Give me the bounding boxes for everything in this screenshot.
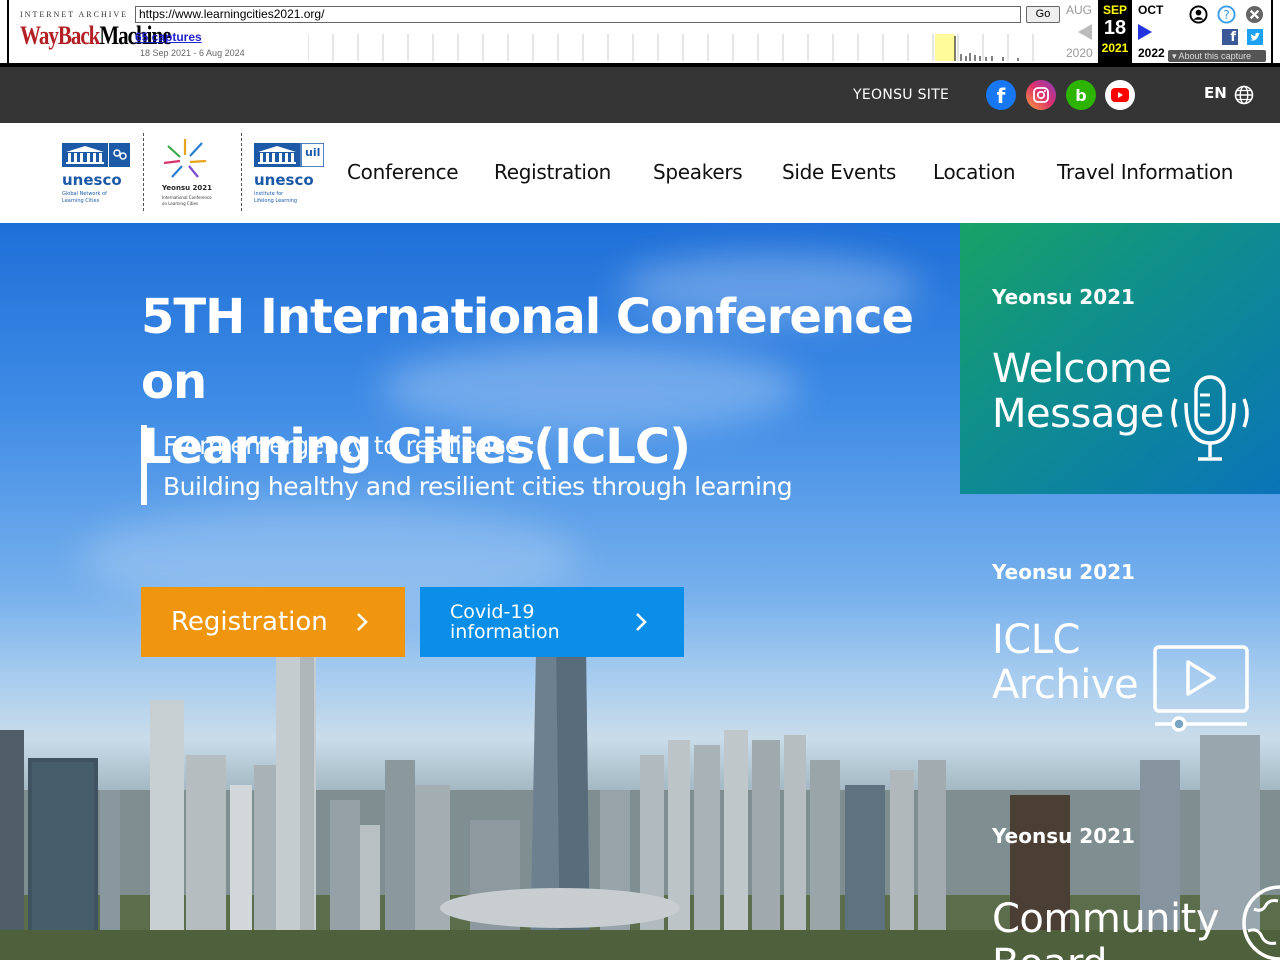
chevron-right-icon (636, 613, 647, 631)
hero-subtitle-line2: Building healthy and resilient cities th… (163, 472, 793, 501)
welcome-panel-label: Yeonsu 2021 (992, 285, 1135, 309)
wayback-about-capture[interactable]: ▾ About this capture (1168, 50, 1266, 62)
unesco-temple-icon (62, 143, 130, 167)
globe-icon (1242, 885, 1280, 960)
wayback-prev-arrow-icon[interactable] (1078, 24, 1092, 40)
wayback-toolbar: INTERNET ARCHIVE WayBackMachine https://… (0, 0, 1280, 67)
wayback-prev-month[interactable]: AUG (1066, 3, 1092, 17)
wayback-current-year: 2021 (1101, 41, 1129, 55)
instagram-icon[interactable] (1026, 80, 1056, 110)
wayback-prev-year[interactable]: 2020 (1066, 46, 1093, 60)
archive-title-line1: ICLC (992, 617, 1080, 663)
logo-divider-2 (241, 133, 242, 211)
unesco-gnlc-logo[interactable]: unesco Global Network of Learning Cities (60, 133, 136, 213)
wayback-current-date: SEP 18 2021 (1098, 0, 1132, 64)
wayback-sparkline[interactable] (308, 34, 1060, 61)
wayback-date-range: 18 Sep 2021 - 6 Aug 2024 (140, 48, 245, 58)
language-selector[interactable]: EN (1204, 84, 1227, 102)
yeonsu-site-link[interactable]: YEONSU SITE (853, 87, 949, 103)
unesco-wordmark: unesco (62, 171, 122, 189)
youtube-icon[interactable] (1105, 80, 1135, 110)
wayback-url-input[interactable]: https://www.learningcities2021.org/ (135, 6, 1021, 23)
unesco-uil-logo[interactable]: uil unesco Institute for Lifelong Learni… (252, 133, 328, 213)
yeonsu-logo-line1: International Conference (162, 195, 212, 200)
hero-subtitle: From emergency to resilience : Building … (141, 425, 793, 505)
hero-subtitle-line1: From emergency to resilience : (163, 431, 536, 460)
nav-conference[interactable]: Conference (347, 160, 459, 184)
globe-language-icon[interactable] (1234, 85, 1254, 105)
utility-bar: YEONSU SITE f b EN (0, 67, 1280, 123)
community-title-line1: Community (992, 896, 1220, 942)
wayback-captures-link[interactable]: 65 captures (135, 30, 202, 44)
wayback-logo-caption: INTERNET ARCHIVE (20, 10, 129, 19)
welcome-title-line1: Welcome (992, 346, 1172, 392)
nav-speakers[interactable]: Speakers (653, 160, 743, 184)
nav-location[interactable]: Location (933, 160, 1016, 184)
yeonsu-logo-title: Yeonsu 2021 (162, 184, 213, 192)
logo-divider-1 (143, 133, 144, 211)
nav-side-events[interactable]: Side Events (782, 160, 896, 184)
hero-section: 5TH International Conference on Learning… (0, 223, 1280, 960)
microphone-icon (1171, 375, 1249, 461)
covid-button-line1: Covid-19 (450, 601, 535, 623)
wayback-logo-red: WayBack (20, 20, 100, 50)
archive-title-line2: Archive (992, 662, 1139, 708)
uil-badge: uil (305, 146, 321, 159)
instagram-glyph-icon (1033, 87, 1049, 103)
registration-button[interactable]: Registration (141, 587, 405, 657)
iclc-archive-link[interactable]: ICLC Archive (992, 617, 1139, 708)
nav-registration[interactable]: Registration (494, 160, 611, 184)
svg-text:?: ? (1223, 8, 1230, 22)
site-header: unesco Global Network of Learning Cities… (0, 123, 1280, 223)
logo1-line1: Global Network of (62, 191, 107, 197)
archive-panel-label: Yeonsu 2021 (992, 560, 1135, 584)
facebook-icon[interactable]: f (986, 80, 1016, 110)
wayback-next-arrow-icon[interactable] (1138, 24, 1152, 40)
wayback-twitter-icon[interactable] (1247, 29, 1263, 45)
logo3-line1: Institute for (254, 191, 284, 197)
logo1-line2: Learning Cities (62, 198, 100, 204)
video-player-icon (1153, 645, 1249, 732)
nav-travel-information[interactable]: Travel Information (1057, 160, 1233, 184)
wayback-current-month: SEP (1102, 3, 1127, 17)
yeonsu-2021-logo[interactable]: Yeonsu 2021 International Conference on … (160, 133, 230, 213)
wayback-next-month[interactable]: OCT (1138, 3, 1163, 17)
chevron-right-icon (357, 613, 368, 631)
hero-title-line1: 5TH International Conference on (141, 289, 914, 410)
community-title-line2: Board (992, 942, 1219, 960)
covid-button-line2: information (450, 621, 560, 643)
welcome-title-line2: Message (992, 391, 1164, 437)
community-board-link[interactable]: Community Board (992, 896, 1220, 960)
blog-icon[interactable]: b (1066, 80, 1096, 110)
logo3-line2: Lifelong Learning (254, 198, 298, 204)
wayback-close-icon[interactable] (1245, 5, 1264, 24)
wayback-go-button[interactable]: Go (1026, 6, 1060, 23)
wayback-about-label: About this capture (1178, 51, 1252, 61)
wayback-facebook-icon[interactable]: f (1222, 29, 1238, 45)
welcome-panel-title[interactable]: Welcome Message (992, 346, 1172, 437)
wayback-next-year[interactable]: 2022 (1138, 46, 1165, 60)
yeonsu-star-icon (163, 139, 207, 178)
unesco-uil-wordmark: unesco (254, 171, 314, 189)
community-panel-label: Yeonsu 2021 (992, 824, 1135, 848)
registration-button-label: Registration (171, 607, 328, 637)
covid-information-button[interactable]: Covid-19 information (420, 587, 684, 657)
yeonsu-logo-line2: on Learning Cities (162, 201, 199, 206)
wayback-user-icon[interactable] (1189, 5, 1208, 24)
wayback-current-day: 18 (1103, 17, 1127, 39)
wayback-help-icon[interactable]: ? (1217, 5, 1236, 24)
youtube-glyph-icon (1111, 88, 1129, 102)
